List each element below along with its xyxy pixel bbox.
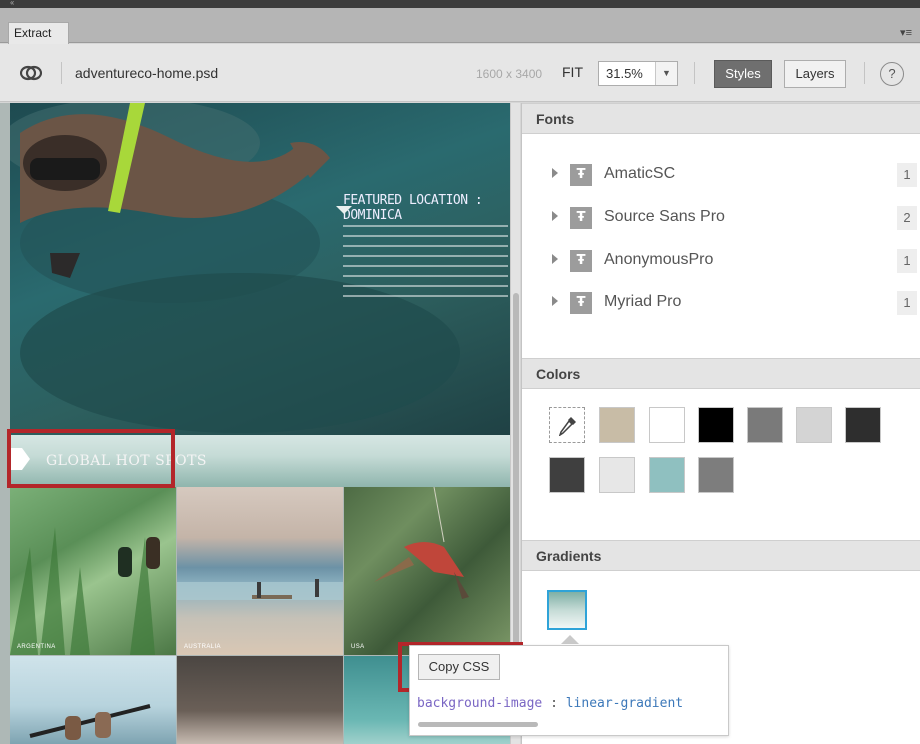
beach-image	[177, 579, 343, 600]
color-swatch[interactable]	[649, 407, 685, 443]
zoom-value: 31.5%	[606, 66, 643, 81]
color-swatch[interactable]	[549, 457, 585, 493]
gradient-swatch[interactable]	[547, 590, 587, 630]
toolbar-divider	[864, 62, 865, 84]
css-code-line[interactable]: background-image : linear-gradient	[417, 696, 683, 711]
font-icon: Ŧ	[570, 164, 592, 186]
hero-notch	[336, 206, 352, 214]
hotspot-tile[interactable]	[177, 656, 343, 744]
font-icon: Ŧ	[570, 250, 592, 272]
font-row[interactable]: Ŧ AnonymousPro 1	[522, 246, 920, 276]
chevron-down-icon[interactable]: ▼	[655, 62, 677, 85]
color-swatch[interactable]	[845, 407, 881, 443]
tab-extract[interactable]: Extract	[8, 22, 69, 44]
hotspot-tile[interactable]: ARGENTINA	[10, 487, 176, 655]
tile-caption: AUSTRALIA	[184, 644, 221, 650]
css-property: background-image	[417, 696, 543, 711]
featured-location-title: FEATURED LOCATION : DOMINICA	[343, 193, 483, 223]
jungle-hikers-image	[10, 527, 160, 655]
tile-caption: ARGENTINA	[17, 644, 56, 650]
color-swatch[interactable]	[599, 457, 635, 493]
font-row[interactable]: Ŧ Myriad Pro 1	[522, 288, 920, 318]
kayak-image	[29, 704, 151, 740]
zipline-image	[374, 487, 469, 599]
fonts-section-header[interactable]: Fonts	[522, 103, 920, 134]
color-swatch[interactable]	[698, 457, 734, 493]
color-swatch[interactable]	[796, 407, 832, 443]
hotspot-tile[interactable]: USA	[344, 487, 510, 655]
copy-css-popover: Copy CSS background-image : linear-gradi…	[409, 645, 729, 736]
color-swatch[interactable]	[698, 407, 734, 443]
popover-pointer	[561, 635, 579, 644]
hot-spots-highlight	[7, 429, 175, 488]
panel-tab-bar: Extract ▾≡	[0, 8, 920, 44]
expand-arrow-icon[interactable]	[552, 211, 558, 221]
extract-toolbar: adventureco-home.psd 1600 x 3400 FIT 31.…	[0, 44, 920, 102]
featured-location-body-text	[343, 225, 508, 297]
toolbar-divider	[61, 62, 62, 84]
eyedropper-button[interactable]	[549, 407, 585, 443]
colors-section-header[interactable]: Colors	[522, 358, 920, 389]
zoom-select[interactable]: 31.5% ▼	[598, 61, 678, 86]
layers-button[interactable]: Layers	[784, 60, 846, 88]
help-icon[interactable]: ?	[880, 62, 904, 86]
collapse-grip-icon[interactable]: ‹‹	[10, 0, 14, 7]
font-row[interactable]: Ŧ AmaticSC 1	[522, 160, 920, 190]
font-name: AmaticSC	[604, 165, 676, 182]
popover-horizontal-scrollbar[interactable]	[418, 722, 538, 727]
styles-button[interactable]: Styles	[714, 60, 772, 88]
expand-arrow-icon[interactable]	[552, 296, 558, 306]
document-dimensions: 1600 x 3400	[476, 67, 543, 81]
font-name: AnonymousPro	[604, 251, 714, 268]
creative-cloud-icon[interactable]	[20, 65, 42, 81]
font-name: Source Sans Pro	[604, 208, 725, 225]
expand-arrow-icon[interactable]	[552, 254, 558, 264]
color-swatch[interactable]	[599, 407, 635, 443]
window-top-strip: ‹‹	[0, 0, 920, 8]
css-value: linear-gradient	[565, 696, 684, 711]
color-swatch[interactable]	[649, 457, 685, 493]
psd-filename: adventureco-home.psd	[75, 65, 219, 81]
font-count: 1	[897, 163, 917, 187]
font-icon: Ŧ	[570, 207, 592, 229]
font-count: 1	[897, 291, 917, 315]
expand-arrow-icon[interactable]	[552, 168, 558, 178]
gradients-section-header[interactable]: Gradients	[522, 540, 920, 571]
copy-css-button[interactable]: Copy CSS	[418, 654, 500, 680]
font-count: 2	[897, 206, 917, 230]
font-icon: Ŧ	[570, 292, 592, 314]
fit-button[interactable]: FIT	[562, 64, 583, 80]
panel-menu-icon[interactable]: ▾≡	[900, 26, 912, 39]
toolbar-divider	[694, 62, 695, 84]
color-swatch[interactable]	[747, 407, 783, 443]
eyedropper-icon	[559, 417, 576, 436]
font-row[interactable]: Ŧ Source Sans Pro 2	[522, 203, 920, 233]
font-count: 1	[897, 249, 917, 273]
hotspot-tile[interactable]	[10, 656, 176, 744]
hero-image[interactable]: FEATURED LOCATION : DOMINICA	[10, 103, 510, 435]
hotspot-tile[interactable]: AUSTRALIA	[177, 487, 343, 655]
css-colon: :	[550, 696, 558, 711]
tile-caption: USA	[351, 644, 365, 650]
font-name: Myriad Pro	[604, 293, 682, 310]
